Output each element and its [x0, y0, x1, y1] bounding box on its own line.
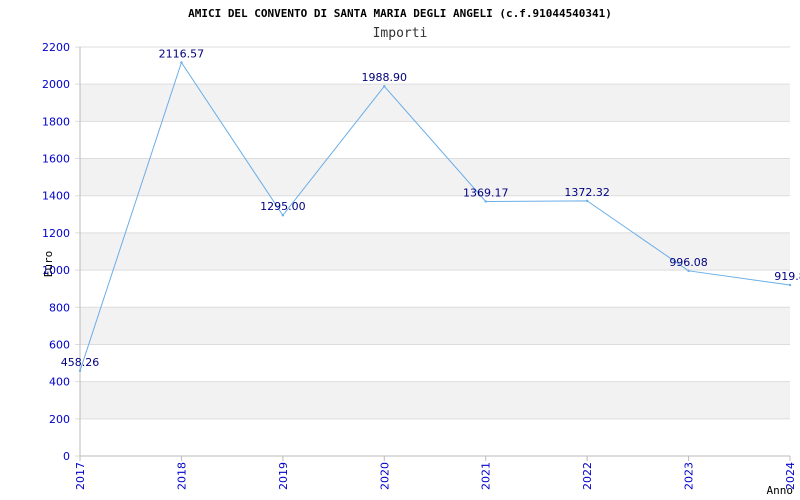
x-tick-label: 2019 — [277, 462, 290, 490]
x-tick-label: 2023 — [683, 462, 696, 490]
data-label: 1369.17 — [463, 186, 509, 199]
y-tick-label: 1800 — [42, 115, 70, 128]
grid-band — [80, 84, 790, 122]
y-tick-label: 0 — [63, 450, 70, 463]
data-label: 2116.57 — [159, 48, 205, 61]
y-tick-label: 600 — [49, 338, 70, 351]
y-tick-label: 400 — [49, 376, 70, 389]
x-axis-ticks: 2017 2018 2019 2020 2021 2022 2023 2024 — [74, 456, 797, 490]
y-tick-label: 1200 — [42, 227, 70, 240]
data-label: 1988.90 — [362, 71, 408, 84]
data-point — [484, 200, 487, 203]
x-tick-label: 2022 — [581, 462, 594, 490]
data-point — [585, 199, 589, 203]
data-point — [687, 269, 690, 273]
data-point — [78, 369, 82, 373]
y-axis-label: Euro — [42, 251, 55, 278]
data-label: 458.26 — [61, 356, 100, 369]
grid-band — [80, 158, 790, 196]
grid-band — [80, 307, 790, 345]
data-point — [180, 61, 183, 64]
data-point — [281, 214, 285, 217]
y-tick-label: 2200 — [42, 41, 70, 54]
grid-band — [80, 381, 790, 419]
y-tick-label: 1400 — [42, 190, 70, 203]
x-tick-label: 2021 — [480, 462, 493, 490]
chart-title: AMICI DEL CONVENTO DI SANTA MARIA DEGLI … — [188, 7, 612, 20]
x-tick-label: 2017 — [74, 462, 87, 490]
y-tick-label: 200 — [49, 413, 70, 426]
data-point — [788, 283, 792, 287]
data-point — [383, 85, 386, 88]
chart-subtitle: Importi — [373, 26, 428, 41]
x-tick-label: 2018 — [175, 462, 188, 490]
y-tick-label: 2000 — [42, 78, 70, 91]
line-chart: AMICI DEL CONVENTO DI SANTA MARIA DEGLI … — [42, 7, 800, 497]
y-tick-label: 800 — [49, 301, 70, 314]
data-label: 1372.32 — [564, 186, 610, 199]
data-label: 996.08 — [669, 256, 708, 269]
data-label: 1295.00 — [260, 200, 306, 213]
x-tick-label: 2020 — [378, 462, 391, 490]
y-tick-label: 1600 — [42, 153, 70, 166]
data-label: 919.8 — [774, 270, 800, 283]
grid-bands — [80, 84, 790, 419]
x-axis-label: Anno — [767, 484, 794, 497]
